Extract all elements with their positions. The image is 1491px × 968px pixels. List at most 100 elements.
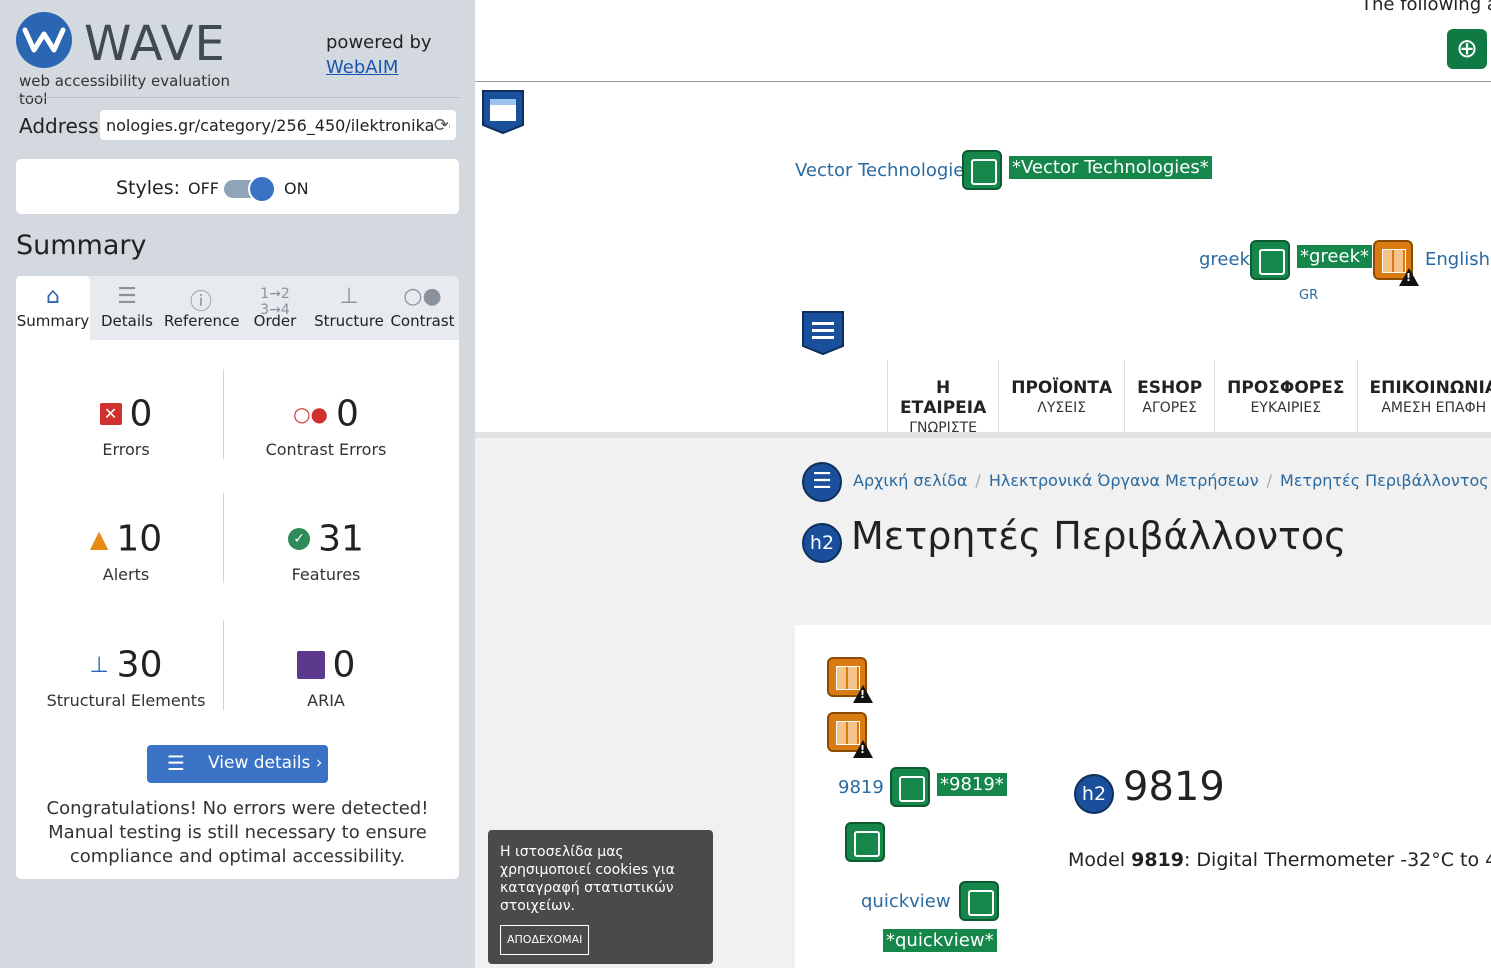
aria-label: ARIA xyxy=(307,691,345,710)
divider xyxy=(475,432,1491,438)
contrast-error-icon: ○● xyxy=(293,402,328,426)
list-icon[interactable]: ☰ xyxy=(802,462,842,502)
webaim-link[interactable]: WebAIM xyxy=(326,57,398,78)
aria-count: 0 xyxy=(332,644,356,686)
tab-structure[interactable]: ⊥ Structure xyxy=(312,276,386,340)
wave-logo-icon xyxy=(16,12,72,68)
h2-icon[interactable]: h2 xyxy=(1074,774,1114,814)
breadcrumb-home[interactable]: Αρχική σελίδα xyxy=(853,471,967,490)
site-topbar: The following ap ⊕ xyxy=(475,0,1491,82)
breadcrumb: Αρχική σελίδα / Ηλεκτρονικά Όργανα Μετρήσε… xyxy=(853,471,1489,490)
styles-label: Styles: xyxy=(116,177,181,199)
nav-item-contact[interactable]: ΕΠΙΚΟΙΝΩΝΙΑ ΑΜΕΣΗ ΕΠΑΦΗ xyxy=(1356,360,1491,434)
list-icon: ☰ xyxy=(167,751,185,775)
alt-text-tag: *quickview* xyxy=(883,929,997,952)
warning-icon xyxy=(853,685,873,703)
model-text: : Digital Thermometer -32°C to 420 xyxy=(1183,849,1491,871)
quickview-link[interactable]: quickview xyxy=(861,891,951,912)
tab-label: Order xyxy=(253,312,297,330)
nav-title: ESHOP xyxy=(1137,378,1203,398)
congrats-message: Congratulations! No errors were detected… xyxy=(46,798,429,867)
wave-logo[interactable]: WAVE web accessibility evaluation tool xyxy=(16,12,256,108)
contrast-errors-label: Contrast Errors xyxy=(265,440,387,459)
nav-subtitle: ΑΓΟΡΕΣ xyxy=(1142,400,1197,416)
divider xyxy=(16,97,459,98)
address-value: nologies.gr/category/256_450/ilektronika… xyxy=(106,116,451,135)
panel-tabs: ⌂ Summary ☰ Details ⓘ Reference 1→2 3→4 O… xyxy=(16,276,459,340)
model-number: 9819 xyxy=(1131,849,1184,871)
warning-icon xyxy=(1399,268,1419,286)
breadcrumb-category[interactable]: Ηλεκτρονικά Όργανα Μετρήσεων xyxy=(989,471,1259,490)
styles-off-label: OFF xyxy=(188,179,219,198)
powered-by-label: powered by xyxy=(326,32,432,53)
styles-switch-knob[interactable] xyxy=(248,175,276,203)
linked-image-icon[interactable] xyxy=(1250,240,1290,280)
powered-by: powered by WebAIM xyxy=(326,30,432,80)
main-nav: Η ΕΤΑΙΡΕΙΑ ΓΝΩΡΙΣΤΕ ΜΑΣ ΠΡΟΪΟΝΤΑ ΛΥΣΕΙΣ … xyxy=(887,360,1491,452)
image-alt-icon[interactable] xyxy=(845,822,885,862)
styles-on-label: ON xyxy=(284,179,309,198)
alt-text-tag: *greek* xyxy=(1297,245,1373,268)
greek-link[interactable]: greek xyxy=(1199,249,1250,270)
home-icon: ⌂ xyxy=(46,284,60,309)
navigation-region-icon[interactable] xyxy=(801,310,845,356)
features-count: 31 xyxy=(318,518,364,560)
nav-title: Η ΕΤΑΙΡΕΙΑ xyxy=(900,378,987,418)
layout-table-alert-icon[interactable] xyxy=(827,712,873,758)
logo-subtitle: web accessibility evaluation tool xyxy=(19,72,230,108)
nav-subtitle: ΕΥΚΑΙΡΙΕΣ xyxy=(1250,400,1322,416)
tab-label: Reference xyxy=(164,312,240,330)
order-icon: 1→2 3→4 xyxy=(260,286,290,318)
alt-text-tag: *Vector Technologies* xyxy=(1009,156,1212,179)
contrast-icon: ○● xyxy=(403,284,442,309)
structural-stat: ⊥ 30 Structural Elements xyxy=(26,643,226,711)
styles-toggle-card: Styles: OFF ON xyxy=(16,159,459,214)
reload-icon[interactable]: ⟳ xyxy=(433,115,449,136)
nav-subtitle: ΑΜΕΣΗ ΕΠΑΦΗ xyxy=(1381,400,1487,416)
errors-count: 0 xyxy=(129,393,153,435)
tab-contrast[interactable]: ○● Contrast xyxy=(386,276,459,340)
nav-item-offers[interactable]: ΠΡΟΣΦΟΡΕΣ ΕΥΚΑΙΡΙΕΣ xyxy=(1214,360,1356,434)
features-stat: ✓ 31 Features xyxy=(226,517,426,584)
nav-item-company[interactable]: Η ΕΤΑΙΡΕΙΑ ΓΝΩΡΙΣΤΕ ΜΑΣ xyxy=(887,360,998,452)
breadcrumb-current[interactable]: Μετρητές Περιβάλλοντος xyxy=(1280,471,1489,490)
layout-table-alert-icon[interactable] xyxy=(827,657,873,703)
nav-title: ΠΡΟΪΟΝΤΑ xyxy=(1011,378,1113,398)
address-input[interactable]: nologies.gr/category/256_450/ilektronika… xyxy=(100,110,456,140)
tab-summary[interactable]: ⌂ Summary xyxy=(16,276,90,340)
view-details-button[interactable]: ☰ View details › xyxy=(147,745,328,783)
logo-word: WAVE xyxy=(84,16,226,72)
tab-label: Details xyxy=(100,312,153,330)
features-label: Features xyxy=(291,565,361,584)
errors-label: Errors xyxy=(102,440,150,459)
nav-item-eshop[interactable]: ESHOP ΑΓΟΡΕΣ xyxy=(1124,360,1214,434)
tab-order[interactable]: 1→2 3→4 Order xyxy=(238,276,312,340)
contrast-errors-stat: ○● 0 Contrast Errors xyxy=(226,392,426,460)
product-link[interactable]: 9819 xyxy=(838,777,884,798)
h2-icon[interactable]: h2 xyxy=(802,523,842,563)
language-globe-icon[interactable]: ⊕ xyxy=(1447,29,1487,69)
linked-image-icon[interactable] xyxy=(959,881,999,921)
summary-panel: ✕ 0 Errors ○● 0 Contrast Errors ▲ 10 Alerts… xyxy=(16,340,459,879)
warning-icon xyxy=(853,740,873,758)
vector-link[interactable]: Vector Technologies xyxy=(795,160,974,181)
structure-icon: ⊥ xyxy=(89,652,109,678)
header-region-icon[interactable] xyxy=(481,89,525,135)
linked-image-icon[interactable] xyxy=(890,767,930,807)
model-prefix: Model xyxy=(1068,849,1132,871)
nav-item-products[interactable]: ΠΡΟΪΟΝΤΑ ΛΥΣΕΙΣ xyxy=(998,360,1124,434)
english-link[interactable]: English xyxy=(1425,249,1490,270)
cookie-accept-button[interactable]: ΑΠΟΔΕΧΟΜΑΙ xyxy=(500,925,590,955)
product-description: Model 9819: Digital Thermometer -32°C to… xyxy=(1068,849,1491,871)
alt-text-tag: *9819* xyxy=(937,773,1007,796)
contrast-errors-count: 0 xyxy=(336,393,359,435)
nav-subtitle: ΛΥΣΕΙΣ xyxy=(1037,400,1087,416)
tab-reference[interactable]: ⓘ Reference xyxy=(164,276,240,340)
alerts-count: 10 xyxy=(116,518,163,560)
tab-details[interactable]: ☰ Details xyxy=(90,276,164,340)
tab-label: Structure xyxy=(314,312,384,330)
linked-image-icon[interactable] xyxy=(962,150,1002,190)
alert-redundant-link-icon[interactable] xyxy=(1373,240,1419,286)
alerts-stat: ▲ 10 Alerts xyxy=(26,517,226,585)
aria-stat: 0 ARIA xyxy=(226,643,426,710)
